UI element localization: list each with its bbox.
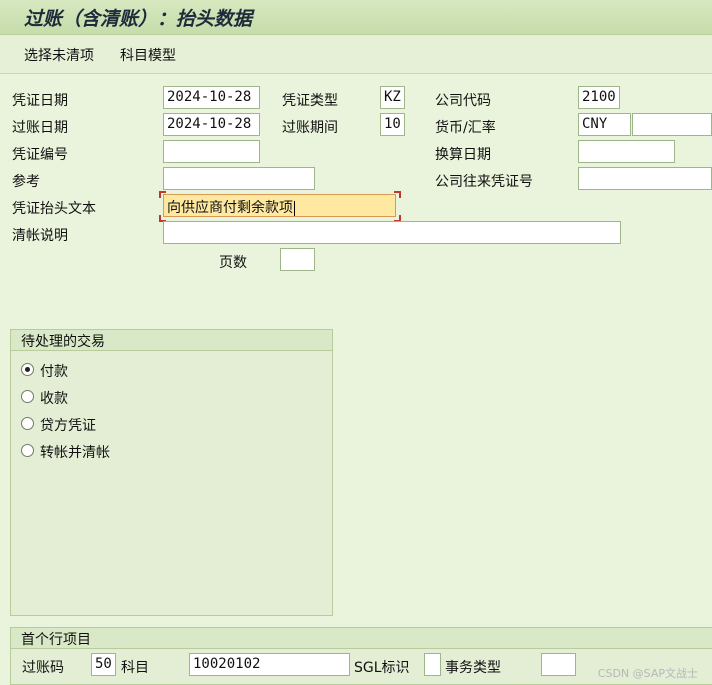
- translation-date-field[interactable]: [578, 140, 675, 163]
- transaction-group-header: 待处理的交易: [11, 330, 332, 351]
- title-bar: 过账（含清账）：抬头数据: [0, 0, 712, 35]
- transaction-type-label: 事务类型: [445, 660, 501, 676]
- clearing-text-label: 清帐说明: [12, 228, 68, 244]
- document-type-label: 凭证类型: [282, 93, 338, 109]
- posting-key-field[interactable]: 50: [91, 653, 116, 676]
- header-text-field[interactable]: 向供应商付剩余款项: [163, 194, 396, 217]
- account-model-button[interactable]: 科目模型: [120, 45, 176, 65]
- document-date-field[interactable]: 2024-10-28: [163, 86, 260, 109]
- pages-label: 页数: [219, 255, 247, 271]
- radio-incoming-payment-label: 收款: [40, 391, 68, 407]
- clearing-text-field[interactable]: [163, 221, 621, 244]
- header-text-value: 向供应商付剩余款项: [167, 200, 293, 216]
- account-field[interactable]: 10020102: [189, 653, 350, 676]
- exchange-rate-field[interactable]: [632, 113, 712, 136]
- document-type-field[interactable]: KZ: [380, 86, 405, 109]
- sgl-indicator-field[interactable]: [424, 653, 441, 676]
- transaction-type-field[interactable]: [541, 653, 576, 676]
- pages-field[interactable]: [280, 248, 315, 271]
- cross-company-number-field[interactable]: [578, 167, 712, 190]
- first-line-item-header: 首个行项目: [11, 628, 712, 649]
- sgl-indicator-label: SGL标识: [354, 660, 410, 676]
- radio-transfer-clearing-label: 转帐并清帐: [40, 445, 110, 461]
- company-code-label: 公司代码: [435, 93, 491, 109]
- transaction-group-title: 待处理的交易: [21, 334, 105, 350]
- first-line-item-title: 首个行项目: [21, 632, 91, 648]
- application-toolbar: 选择未清项 科目模型: [0, 35, 712, 74]
- account-label: 科目: [121, 660, 149, 676]
- page-title: 过账（含清账）：抬头数据: [24, 8, 253, 30]
- text-cursor: [294, 200, 295, 216]
- posting-date-label: 过账日期: [12, 120, 68, 136]
- posting-key-label: 过账码: [22, 660, 64, 676]
- posting-period-label: 过账期间: [282, 120, 338, 136]
- watermark: CSDN @SAP文战士: [597, 667, 698, 680]
- radio-payment-label: 付款: [40, 364, 68, 380]
- cross-company-number-label: 公司往来凭证号: [435, 174, 533, 190]
- document-number-field[interactable]: [163, 140, 260, 163]
- radio-credit-memo-button[interactable]: [21, 417, 34, 430]
- posting-period-field[interactable]: 10: [380, 113, 405, 136]
- select-open-items-button[interactable]: 选择未清项: [24, 45, 94, 65]
- header-text-label: 凭证抬头文本: [12, 201, 96, 217]
- transaction-group: 待处理的交易 付款 收款 贷方凭证 转帐并清帐: [10, 329, 333, 616]
- document-date-label: 凭证日期: [12, 93, 68, 109]
- document-number-label: 凭证编号: [12, 147, 68, 163]
- radio-payment-button[interactable]: [21, 363, 34, 376]
- reference-label: 参考: [12, 174, 40, 190]
- currency-field[interactable]: CNY: [578, 113, 631, 136]
- reference-field[interactable]: [163, 167, 315, 190]
- company-code-field[interactable]: 2100: [578, 86, 620, 109]
- translation-date-label: 换算日期: [435, 147, 491, 163]
- radio-credit-memo-label: 贷方凭证: [40, 418, 96, 434]
- posting-date-field[interactable]: 2024-10-28: [163, 113, 260, 136]
- radio-selected-dot: [25, 367, 30, 372]
- radio-transfer-clearing-button[interactable]: [21, 444, 34, 457]
- currency-rate-label: 货币/汇率: [435, 120, 496, 136]
- radio-incoming-payment-button[interactable]: [21, 390, 34, 403]
